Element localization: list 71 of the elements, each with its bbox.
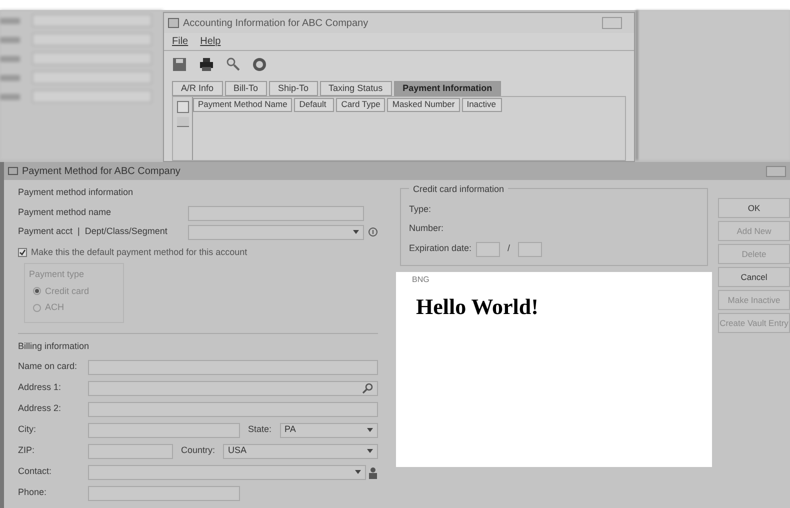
input-field[interactable] — [88, 444, 173, 458]
dropdown-field[interactable]: USA — [223, 444, 378, 458]
group-heading: Payment type — [29, 268, 86, 281]
input-field[interactable] — [476, 242, 500, 256]
panel-label: BNG — [412, 274, 430, 286]
tab[interactable]: Ship-To — [269, 81, 318, 96]
field-label: ZIP: — [18, 444, 36, 458]
column-header[interactable]: Default — [294, 98, 334, 112]
field-label: Address 2: — [18, 402, 62, 416]
dialog-button[interactable]: OK — [718, 198, 790, 218]
input-field[interactable] — [88, 422, 240, 438]
edit-row-icon[interactable] — [176, 117, 188, 127]
radio-label: Credit card — [45, 284, 90, 298]
dropdown-field[interactable]: PA — [280, 422, 378, 438]
dialog-title: Payment Method for ABC Company — [22, 164, 182, 178]
close-button[interactable] — [602, 17, 622, 29]
search-icon[interactable] — [362, 382, 373, 394]
field-label: Expiration date: — [409, 242, 472, 256]
field-label: Type: — [409, 202, 432, 216]
input-field[interactable] — [518, 242, 542, 256]
hello-heading: Hello World! — [416, 293, 540, 321]
input-field[interactable] — [188, 224, 364, 240]
input-field[interactable] — [88, 360, 378, 374]
search-icon[interactable] — [226, 57, 240, 71]
save-icon[interactable] — [172, 56, 187, 72]
field-label: Payment method name — [18, 206, 112, 220]
field-label: Address 1: — [18, 381, 62, 394]
checkmark-icon — [19, 248, 26, 256]
field-label: Number: — [409, 222, 445, 235]
help-icon[interactable] — [252, 56, 267, 72]
checkbox[interactable] — [18, 248, 27, 257]
app-icon — [168, 18, 179, 28]
field-label: Contact: — [18, 465, 53, 478]
input-field[interactable] — [188, 206, 364, 220]
printer-icon[interactable] — [199, 56, 214, 72]
input-field[interactable] — [88, 486, 240, 500]
person-icon[interactable] — [368, 466, 378, 478]
dropdown-arrow-icon[interactable] — [367, 428, 373, 432]
app-icon — [8, 167, 18, 175]
section-heading: Billing information — [18, 340, 90, 353]
close-button[interactable] — [766, 166, 786, 176]
field-label: Phone: — [18, 486, 48, 500]
column-header[interactable]: Inactive — [462, 98, 502, 112]
section-heading: Payment method information — [18, 186, 134, 199]
dropdown-arrow-icon[interactable] — [353, 230, 359, 234]
window-title: Accounting Information for ABC Company — [183, 16, 370, 30]
dropdown-field[interactable] — [88, 464, 366, 480]
new-row-icon[interactable] — [176, 101, 188, 113]
field-label: Payment acct | Dept/Class/Segment — [18, 225, 168, 238]
field-label: State: — [248, 423, 272, 436]
info-icon[interactable] — [368, 227, 378, 237]
tab[interactable]: A/R Info — [172, 81, 223, 96]
field-label: Name on card: — [18, 360, 78, 374]
column-header[interactable]: Masked Number — [387, 98, 460, 112]
input-field[interactable] — [88, 402, 378, 416]
menu-item[interactable]: File — [172, 34, 188, 49]
field-label: City: — [18, 423, 37, 436]
tab[interactable]: Payment Information — [394, 81, 502, 96]
input-field[interactable] — [88, 380, 378, 396]
date-separator: / — [508, 242, 510, 256]
dialog-button[interactable]: Cancel — [718, 267, 790, 287]
field-label: Country: — [181, 444, 216, 458]
column-header[interactable]: Payment Method Name — [193, 98, 292, 112]
menu-item[interactable]: Help — [200, 34, 221, 49]
radio-label: ACH — [45, 301, 64, 314]
dropdown-arrow-icon[interactable] — [367, 449, 373, 453]
checkbox-label: Make this the default payment method for this account — [31, 246, 248, 259]
tab[interactable]: Bill-To — [224, 81, 268, 96]
tab[interactable]: Taxing Status — [320, 81, 392, 96]
column-header[interactable]: Card Type — [336, 98, 386, 112]
dropdown-arrow-icon[interactable] — [355, 470, 361, 474]
